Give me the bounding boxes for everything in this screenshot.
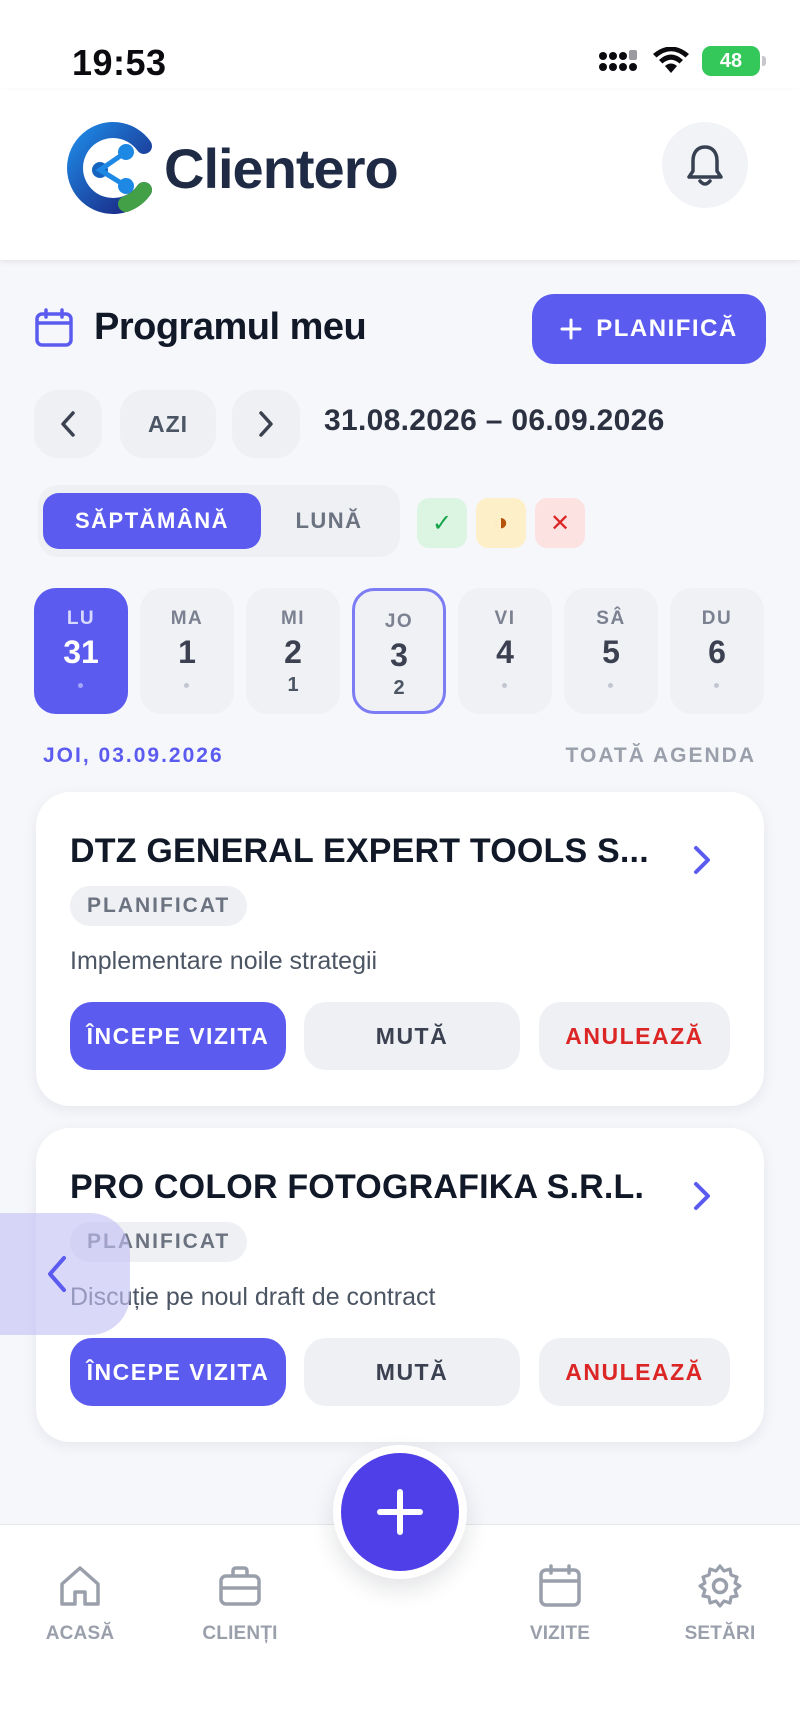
view-week-option[interactable]: SĂPTĂMÂNĂ [43, 493, 261, 549]
battery-indicator: 48 [702, 46, 766, 76]
page-title: Programul meu [94, 306, 367, 348]
day-name: SÂ [596, 608, 626, 629]
day-visit-count: 1 [287, 674, 299, 696]
notifications-button[interactable] [662, 122, 748, 208]
day-date: 1 [178, 634, 196, 670]
day-chip-sa[interactable]: SÂ 5 [564, 588, 658, 714]
day-empty-dot [714, 683, 719, 688]
day-name: LU [66, 608, 96, 629]
move-visit-button[interactable]: MUTĂ [304, 1002, 520, 1070]
next-week-button[interactable] [232, 390, 300, 458]
status-badge: PLANIFICAT [70, 886, 248, 926]
battery-level: 48 [719, 49, 743, 72]
day-chip-lu[interactable]: LU 31 [34, 588, 128, 714]
day-date: 4 [496, 634, 514, 670]
chevron-left-icon [48, 1256, 66, 1292]
day-name: MI [280, 608, 306, 629]
clientero-logo-icon [67, 122, 152, 214]
start-visit-button[interactable]: ÎNCEPE VIZITA [70, 1338, 286, 1406]
day-name: MA [170, 608, 204, 629]
day-chip-vi[interactable]: VI 4 [458, 588, 552, 714]
app-header: Clientero [0, 90, 800, 260]
plus-icon [377, 1489, 423, 1535]
day-empty-dot [184, 683, 189, 688]
tab-clients[interactable]: CLIENȚI [180, 1563, 300, 1645]
chevron-right-icon[interactable] [688, 840, 716, 880]
day-name: DU [701, 608, 733, 629]
week-navigation: AZI 31.08.2026 – 06.09.2026 [34, 390, 774, 458]
tab-settings-label: SETĂRI [684, 1623, 756, 1644]
day-empty-dot [78, 683, 83, 688]
client-name: PRO COLOR FOTOGRAFIKA S.R.L. [70, 1168, 645, 1206]
day-chip-mi[interactable]: MI 2 1 [246, 588, 340, 714]
date-range: 31.08.2026 – 06.09.2026 [324, 404, 665, 437]
start-visit-button[interactable]: ÎNCEPE VIZITA [70, 1002, 286, 1070]
status-icons: 48 [598, 46, 766, 76]
tab-home-label: ACASĂ [45, 1623, 115, 1644]
wifi-icon [653, 47, 689, 73]
filter-cancelled-button[interactable]: ✕ [535, 498, 585, 548]
tab-settings[interactable]: SETĂRI [660, 1563, 780, 1645]
app-logo[interactable]: Clientero [64, 120, 399, 216]
visit-card[interactable]: DTZ GENERAL EXPERT TOOLS S... PLANIFICAT… [36, 792, 764, 1106]
chevron-right-icon[interactable] [688, 1176, 716, 1216]
all-agenda-link[interactable]: TOATĂ AGENDA [566, 744, 756, 768]
calendar-icon [539, 1564, 581, 1607]
signal-icon [599, 50, 637, 71]
day-date: 5 [602, 634, 620, 670]
previous-week-button[interactable] [34, 390, 102, 458]
visit-card[interactable]: PRO COLOR FOTOGRAFIKA S.R.L. PLANIFICAT … [36, 1128, 764, 1442]
chevron-left-icon [61, 411, 75, 437]
day-empty-dot [608, 683, 613, 688]
calendar-icon [35, 308, 73, 347]
schedule-title-row: Programul meu PLANIFICĂ [34, 294, 766, 364]
filter-partial-button[interactable]: ◑ [476, 498, 526, 548]
view-toggle: SĂPTĂMÂNĂ LUNĂ [38, 485, 400, 557]
app-name: Clientero [164, 136, 399, 200]
tab-clients-label: CLIENȚI [202, 1623, 278, 1644]
day-date: 31 [63, 634, 99, 670]
status-time: 19:53 [72, 42, 167, 83]
view-month-option[interactable]: LUNĂ [266, 493, 392, 549]
add-button[interactable] [341, 1453, 459, 1571]
tab-visits-label: VIZITE [529, 1623, 591, 1644]
plan-visit-button[interactable]: PLANIFICĂ [532, 294, 766, 364]
side-drawer-handle[interactable] [0, 1213, 130, 1335]
day-chip-ma[interactable]: MA 1 [140, 588, 234, 714]
day-visit-count: 2 [393, 677, 405, 699]
visit-description: Implementare noile strategii [70, 947, 378, 975]
cancel-visit-button[interactable]: ANULEAZĂ [539, 1002, 730, 1070]
move-visit-button[interactable]: MUTĂ [304, 1338, 520, 1406]
home-icon [60, 1566, 100, 1606]
day-strip: LU 31 MA 1 MI 2 1 JO 3 2 VI 4 SÂ 5 DU 6 [34, 588, 766, 718]
day-name: JO [384, 611, 414, 632]
filter-completed-button[interactable]: ✓ [417, 498, 467, 548]
chevron-right-icon [259, 411, 273, 437]
briefcase-icon [219, 1566, 261, 1606]
cancel-visit-button[interactable]: ANULEAZĂ [539, 1338, 730, 1406]
day-chip-du[interactable]: DU 6 [670, 588, 764, 714]
day-date: 3 [390, 637, 408, 673]
tab-home[interactable]: ACASĂ [20, 1563, 140, 1645]
day-name: VI [494, 608, 516, 629]
day-empty-dot [502, 683, 507, 688]
tab-visits[interactable]: VIZITE [500, 1563, 620, 1645]
bell-icon [687, 145, 723, 186]
day-date: 2 [284, 634, 302, 670]
gear-icon [698, 1564, 742, 1608]
today-button[interactable]: AZI [120, 390, 216, 458]
day-chip-jo[interactable]: JO 3 2 [352, 588, 446, 714]
plan-button-label: PLANIFICĂ [596, 315, 738, 342]
day-date: 6 [708, 634, 726, 670]
selected-date-label: JOI, 03.09.2026 [43, 744, 224, 767]
plus-icon [560, 318, 582, 340]
client-name: DTZ GENERAL EXPERT TOOLS S... [70, 832, 649, 870]
